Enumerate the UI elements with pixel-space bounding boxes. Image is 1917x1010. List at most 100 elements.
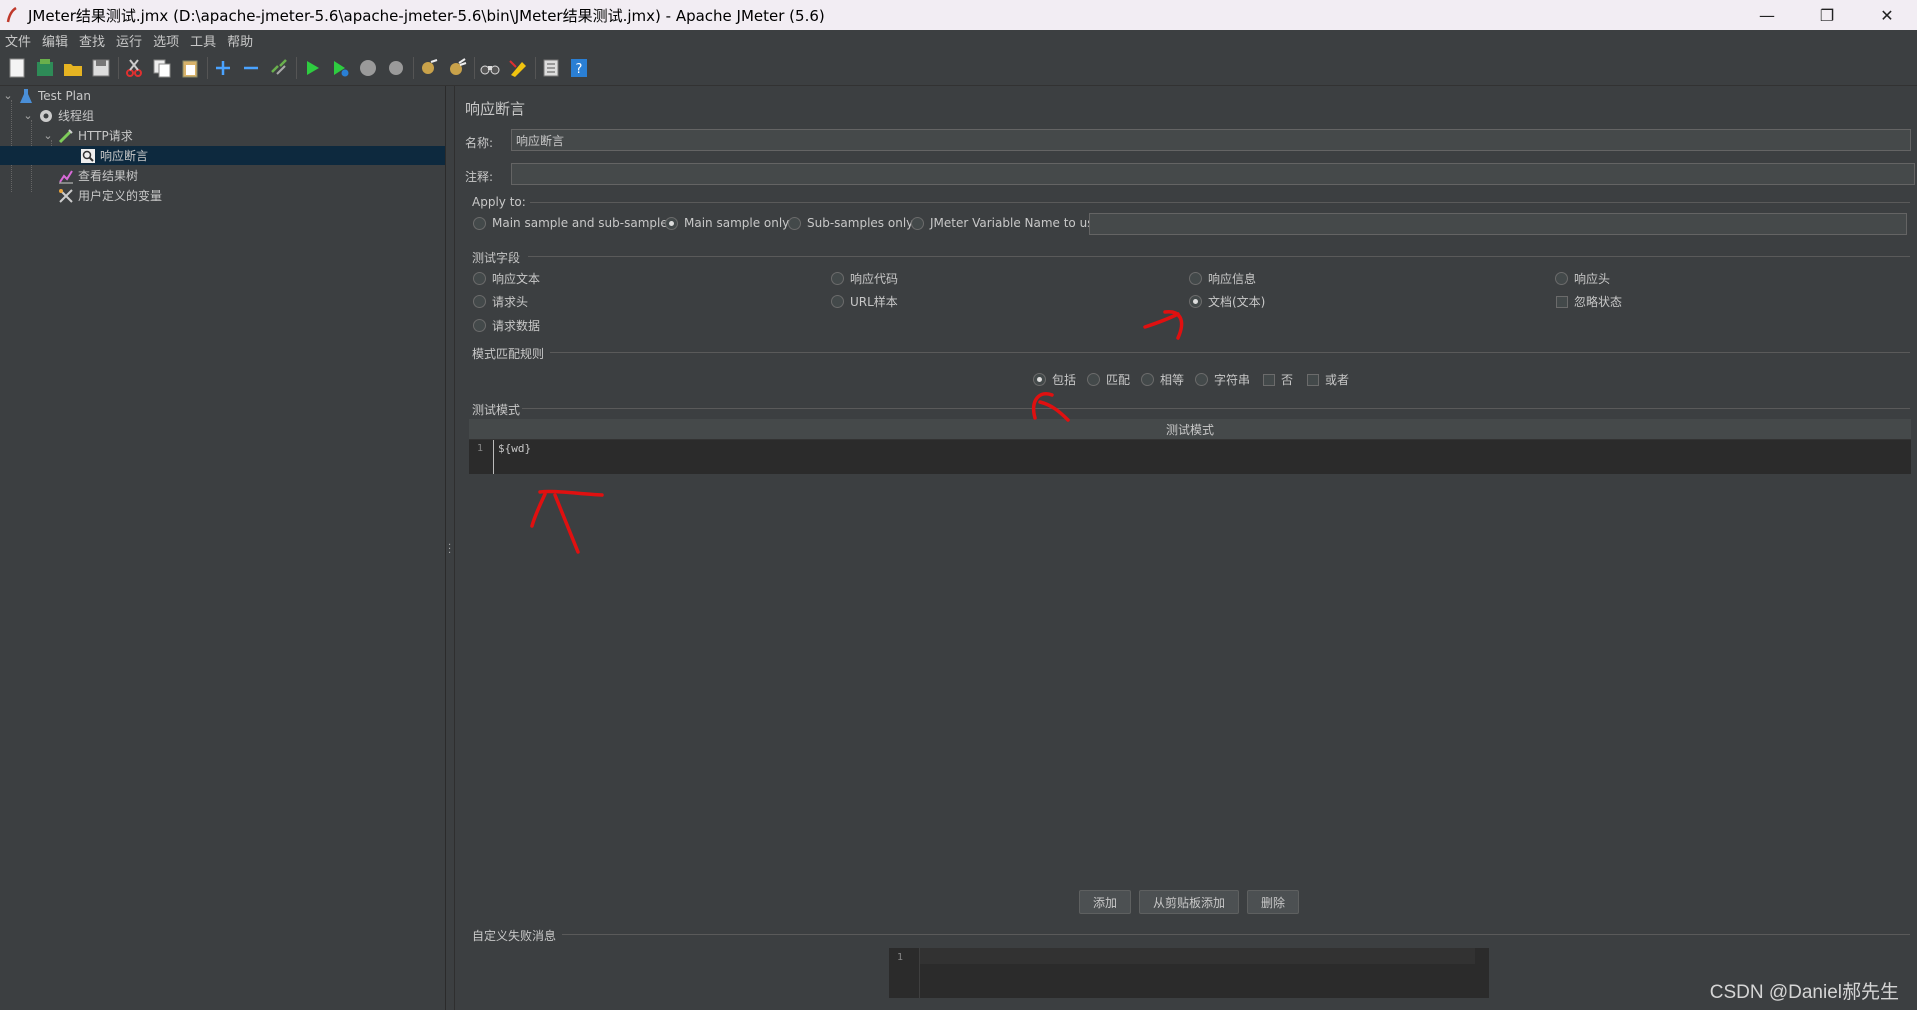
open-icon[interactable] [62, 57, 84, 79]
field-request-data-radio[interactable]: 请求数据 [473, 317, 540, 334]
chart-listener-icon [58, 168, 74, 184]
reset-search-icon[interactable] [507, 57, 529, 79]
panel-title: 响应断言 [465, 100, 526, 118]
gear-icon [38, 108, 54, 124]
menu-help[interactable]: 帮助 [222, 31, 259, 50]
panel-splitter[interactable]: · · · [446, 86, 455, 1010]
function-helper-icon[interactable] [540, 57, 562, 79]
group-divider [530, 202, 1910, 203]
group-divider [528, 256, 1910, 257]
pattern-value[interactable]: ${wd} [498, 442, 531, 455]
tree-node-user-variables[interactable]: 用户定义的变量 [58, 186, 162, 205]
title-bar: JMeter结果测试.jmx (D:\apache-jmeter-5.6\apa… [0, 0, 1917, 30]
name-input[interactable]: 响应断言 [511, 129, 1911, 151]
copy-icon[interactable] [151, 57, 173, 79]
ignore-status-checkbox[interactable]: 忽略状态 [1556, 293, 1622, 310]
help-icon[interactable]: ? [568, 57, 590, 79]
menu-search[interactable]: 查找 [74, 31, 111, 50]
test-plan-tree: ⌄ Test Plan ⌄ 线程组 ⌄ HTTP请求 响应断言 查看结果树 用户… [0, 86, 446, 1010]
group-divider [550, 352, 1910, 353]
line-number: 1 [477, 443, 484, 454]
rule-substring-radio[interactable]: 字符串 [1195, 371, 1250, 388]
toolbar-separator [535, 56, 536, 79]
rule-or-checkbox[interactable]: 或者 [1307, 371, 1349, 388]
templates-icon[interactable] [34, 57, 56, 79]
tree-node-view-results-tree[interactable]: 查看结果树 [58, 166, 138, 185]
line-number: 1 [897, 952, 904, 963]
rule-contains-radio[interactable]: 包括 [1033, 371, 1076, 388]
expand-all-icon[interactable] [212, 57, 234, 79]
field-response-code-radio[interactable]: 响应代码 [831, 270, 898, 287]
menu-bar: 文件 编辑 查找 运行 选项 工具 帮助 [0, 30, 1917, 50]
tree-label: Test Plan [38, 88, 91, 103]
current-line-highlight [920, 948, 1475, 964]
chevron-down-icon[interactable]: ⌄ [2, 89, 14, 102]
save-icon[interactable] [90, 57, 112, 79]
chevron-down-icon[interactable]: ⌄ [42, 129, 54, 142]
toolbar-separator [118, 56, 119, 79]
patterns-editor[interactable]: 1 ${wd} [469, 440, 1911, 474]
collapse-all-icon[interactable] [240, 57, 262, 79]
tree-label: HTTP请求 [78, 129, 133, 143]
apply-main-only-radio[interactable]: Main sample only [665, 216, 789, 230]
field-response-message-radio[interactable]: 响应信息 [1189, 270, 1256, 287]
tree-label: 查看结果树 [78, 169, 139, 183]
rule-matches-radio[interactable]: 匹配 [1087, 371, 1130, 388]
field-response-headers-radio[interactable]: 响应头 [1555, 270, 1610, 287]
field-response-text-radio[interactable]: 响应文本 [473, 270, 540, 287]
add-from-clipboard-button[interactable]: 从剪贴板添加 [1139, 890, 1239, 914]
custom-failure-editor[interactable]: 1 [889, 948, 1489, 998]
start-icon[interactable] [301, 57, 323, 79]
apply-jmeter-variable-radio[interactable]: JMeter Variable Name to use [911, 216, 1101, 230]
paste-icon[interactable] [179, 57, 201, 79]
jmeter-variable-input[interactable] [1089, 213, 1907, 235]
assertion-panel: 响应断言 名称: 响应断言 注释: Apply to: Main sample … [455, 86, 1917, 1010]
group-divider [562, 934, 1910, 935]
tree-node-test-plan[interactable]: ⌄ Test Plan [2, 86, 91, 105]
toolbar-separator [413, 56, 414, 79]
apply-main-and-sub-radio[interactable]: Main sample and sub-samples [473, 216, 674, 230]
chevron-down-icon[interactable]: ⌄ [22, 109, 34, 122]
apply-sub-only-radio[interactable]: Sub-samples only [788, 216, 913, 230]
clear-icon[interactable] [418, 57, 440, 79]
clear-all-icon[interactable] [446, 57, 468, 79]
rule-not-checkbox[interactable]: 否 [1263, 371, 1293, 388]
toolbar-separator [207, 56, 208, 79]
custom-failure-label: 自定义失败消息 [472, 929, 557, 943]
menu-options[interactable]: 选项 [148, 31, 185, 50]
rule-equals-radio[interactable]: 相等 [1141, 371, 1184, 388]
new-icon[interactable] [6, 57, 28, 79]
pipette-icon [58, 128, 74, 144]
stop-icon[interactable] [357, 57, 379, 79]
menu-tools[interactable]: 工具 [185, 31, 222, 50]
name-label: 名称: [465, 136, 494, 150]
menu-file[interactable]: 文件 [0, 31, 37, 50]
toolbar-separator [296, 56, 297, 79]
field-document-text-radio[interactable]: 文档(文本) [1189, 293, 1265, 310]
tree-node-response-assertion[interactable]: 响应断言 [0, 146, 445, 165]
binoculars-icon[interactable] [479, 57, 501, 79]
tools-icon [58, 188, 74, 204]
tree-node-http-request[interactable]: ⌄ HTTP请求 [42, 126, 133, 145]
field-url-sampled-radio[interactable]: URL样本 [831, 293, 898, 310]
toggle-icon[interactable] [268, 57, 290, 79]
watermark: CSDN @Daniel郝先生 [1709, 982, 1899, 1003]
close-button[interactable]: ✕ [1857, 0, 1917, 30]
tree-node-thread-group[interactable]: ⌄ 线程组 [22, 106, 94, 125]
cut-icon[interactable] [123, 57, 145, 79]
minimize-button[interactable]: — [1737, 0, 1797, 30]
pattern-rules-label: 模式匹配规则 [472, 347, 545, 361]
start-no-pause-icon[interactable] [329, 57, 351, 79]
restore-button[interactable]: ❐ [1797, 0, 1857, 30]
delete-button[interactable]: 删除 [1247, 890, 1299, 914]
patterns-table-header[interactable]: 测试模式 [469, 419, 1911, 440]
field-request-headers-radio[interactable]: 请求头 [473, 293, 528, 310]
svg-text:?: ? [576, 62, 583, 77]
add-button[interactable]: 添加 [1079, 890, 1131, 914]
comment-input[interactable] [511, 163, 1915, 185]
toolbar: ? [0, 50, 1917, 86]
jmeter-feather-icon [4, 7, 20, 23]
menu-edit[interactable]: 编辑 [37, 31, 74, 50]
shutdown-icon[interactable] [385, 57, 407, 79]
menu-run[interactable]: 运行 [111, 31, 148, 50]
